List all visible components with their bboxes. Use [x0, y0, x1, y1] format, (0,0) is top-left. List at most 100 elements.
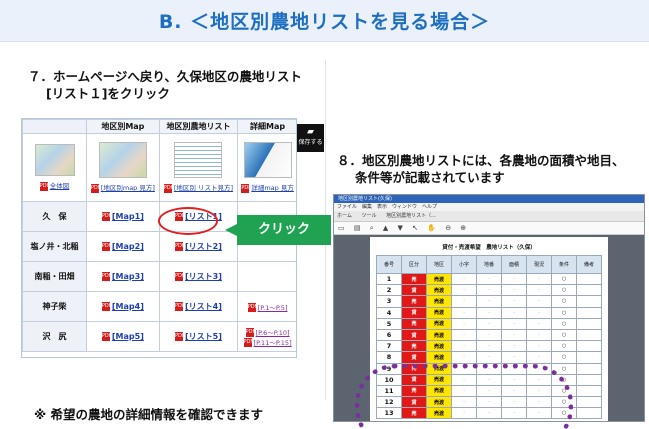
hand-icon[interactable]: ✋	[427, 224, 436, 232]
map-link[interactable]: [Map1]	[112, 212, 144, 221]
map-link[interactable]: [Map5]	[112, 332, 144, 341]
viewer-title-bar: 地区別農地リスト(久保)	[334, 195, 644, 203]
map-guide-cell[interactable]: PDF[地区別map 見方]	[86, 133, 160, 202]
column-header: 地区	[426, 255, 452, 274]
search-icon[interactable]: ⌕	[370, 224, 374, 232]
print-icon[interactable]: ▤	[354, 224, 361, 232]
area-name: 南稲・田畑	[22, 261, 87, 292]
tab-document[interactable]: 地区別農地リスト（...	[386, 213, 436, 219]
row-type: 売	[401, 317, 427, 330]
row-kind: 売渡	[426, 340, 452, 353]
step7-instruction: ７．ホームページへ戻り、久保地区の農地リスト [リスト１]をクリック	[28, 68, 328, 102]
rows-highlight-oval	[355, 364, 573, 429]
row-number: 7	[376, 340, 402, 353]
tab-tools[interactable]: ツール	[361, 213, 376, 219]
click-callout: クリック	[225, 215, 331, 245]
map-link[interactable]: [Map3]	[112, 272, 144, 281]
row-number: 5	[376, 317, 402, 330]
table-row: 8 貸売渡 · · · · ○	[376, 351, 602, 364]
column-header: 番号	[376, 255, 402, 274]
column-header: 小字	[451, 255, 477, 274]
row-kind: 売渡	[426, 272, 452, 286]
table-row: 2 貸売渡 · · · · ○	[376, 284, 602, 297]
map-column-header: 地区別Map	[86, 119, 160, 134]
area-name: 沢 尻	[22, 321, 87, 352]
table-row: 5 売売渡 · · · · ○	[376, 317, 602, 330]
pdf-icon: PDF	[163, 184, 174, 193]
row-number: 6	[376, 328, 402, 342]
cursor-icon[interactable]: ↖	[412, 224, 418, 232]
pdf-icon: PDF	[247, 302, 258, 312]
map-link[interactable]: [Map4]	[112, 302, 144, 311]
row-number: 3	[376, 295, 402, 308]
list-link[interactable]: [リスト2]	[185, 242, 222, 251]
save-button[interactable]: ▰ 保存する	[297, 124, 324, 152]
list-link[interactable]: [リスト4]	[185, 302, 222, 311]
row-type: 売	[401, 340, 427, 353]
save-button-label: 保存する	[298, 139, 323, 146]
row-kind: 売渡	[426, 295, 452, 308]
viewer-menu-bar[interactable]: ファイル 編集 表示 ウィンドウ ヘルプ	[334, 203, 644, 211]
list-guide-link[interactable]: [地区別 リスト見方]	[174, 184, 233, 192]
row-kind: 売渡	[426, 306, 452, 319]
list-guide-thumbnail[interactable]	[174, 142, 223, 178]
detail-link[interactable]: [P.11～P.15]	[254, 339, 292, 347]
page-down-icon[interactable]: ▼	[398, 224, 403, 232]
column-header: 条件	[551, 255, 577, 274]
pdf-icon: PDF	[175, 302, 185, 311]
row-type: 売	[401, 272, 427, 286]
tab-home[interactable]: ホーム	[337, 213, 352, 219]
step8-instruction: ８．地区別農地リストには、各農地の面積や地目、 条件等が記載されています	[337, 152, 637, 186]
step8-line2: 条件等が記載されています	[355, 170, 505, 185]
pdf-icon: PDF	[101, 272, 112, 281]
detail-link[interactable]: [P.6～P.10]	[256, 329, 290, 337]
step7-line2: [リスト１]をクリック	[46, 86, 170, 101]
table-row: 神子柴 PDF[Map4] PDF[リスト4] PDF[P.1～P.5]	[22, 291, 296, 322]
list-link[interactable]: [リスト5]	[185, 332, 222, 341]
table-row: 4 貸売渡 · · · · ○	[376, 306, 602, 319]
row-kind: 売渡	[426, 328, 452, 342]
area-name: 神子柴	[22, 291, 87, 322]
pdf-icon: PDF	[241, 184, 252, 193]
map-guide-thumbnail[interactable]	[98, 142, 147, 178]
pdf-icon: PDF	[245, 327, 256, 337]
column-header: 備考	[576, 255, 602, 274]
table-row: 3 売売渡 · · · · ○	[376, 295, 602, 308]
pdf-icon: PDF	[39, 182, 50, 191]
list-link[interactable]: [リスト3]	[185, 272, 222, 281]
viewer-tab-bar: ホーム ツール 地区別農地リスト（...	[334, 211, 644, 222]
pdf-icon: PDF	[101, 332, 112, 341]
area-header	[22, 119, 87, 134]
zoom-in-icon[interactable]: ⊕	[460, 224, 466, 232]
table-row: 南稲・田畑 PDF[Map3] PDF[リスト3]	[22, 261, 296, 292]
pdf-icon: PDF	[175, 242, 185, 251]
map-guide-link[interactable]: [地区別map 見方]	[101, 184, 155, 192]
row-type: 貸	[401, 306, 427, 319]
table-row: 7 売売渡 · · · · ○	[376, 340, 602, 353]
detail-guide-link[interactable]: 詳細map 見方	[251, 184, 294, 192]
overview-map-thumbnail[interactable]	[34, 144, 75, 176]
detail-guide-thumbnail[interactable]	[243, 142, 292, 178]
row-number: 2	[376, 284, 402, 297]
save-icon[interactable]: ▭	[338, 224, 345, 232]
detail-cell	[237, 261, 296, 292]
overview-link[interactable]: 全体図	[50, 182, 70, 190]
column-header: 面積	[501, 255, 527, 274]
detail-guide-cell[interactable]: PDF詳細map 見方	[237, 133, 296, 202]
pdf-icon: PDF	[175, 332, 185, 341]
overview-cell[interactable]: PDF全体図	[22, 133, 87, 202]
table-row: 6 貸売渡 · · · · ○	[376, 328, 602, 342]
row-type: 貸	[401, 284, 427, 297]
pdf-icon: PDF	[101, 242, 112, 251]
detail-link[interactable]: [P.1～P.5]	[258, 304, 288, 312]
map-link[interactable]: [Map2]	[112, 242, 144, 251]
row-kind: 売渡	[426, 284, 452, 297]
table-row: 沢 尻 PDF[Map5] PDF[リスト5] PDF[P.6～P.10] PD…	[22, 321, 296, 352]
list-guide-cell[interactable]: PDF[地区別 リスト見方]	[158, 133, 239, 202]
column-header: 地番	[476, 255, 502, 274]
page-up-icon[interactable]: ▲	[383, 224, 388, 232]
pdf-icon: PDF	[175, 272, 185, 281]
row-type: 売	[401, 295, 427, 308]
pdf-page-title: 貸付・売渡希望 農地リスト（久保）	[442, 245, 536, 251]
zoom-out-icon[interactable]: ⊖	[445, 224, 451, 232]
